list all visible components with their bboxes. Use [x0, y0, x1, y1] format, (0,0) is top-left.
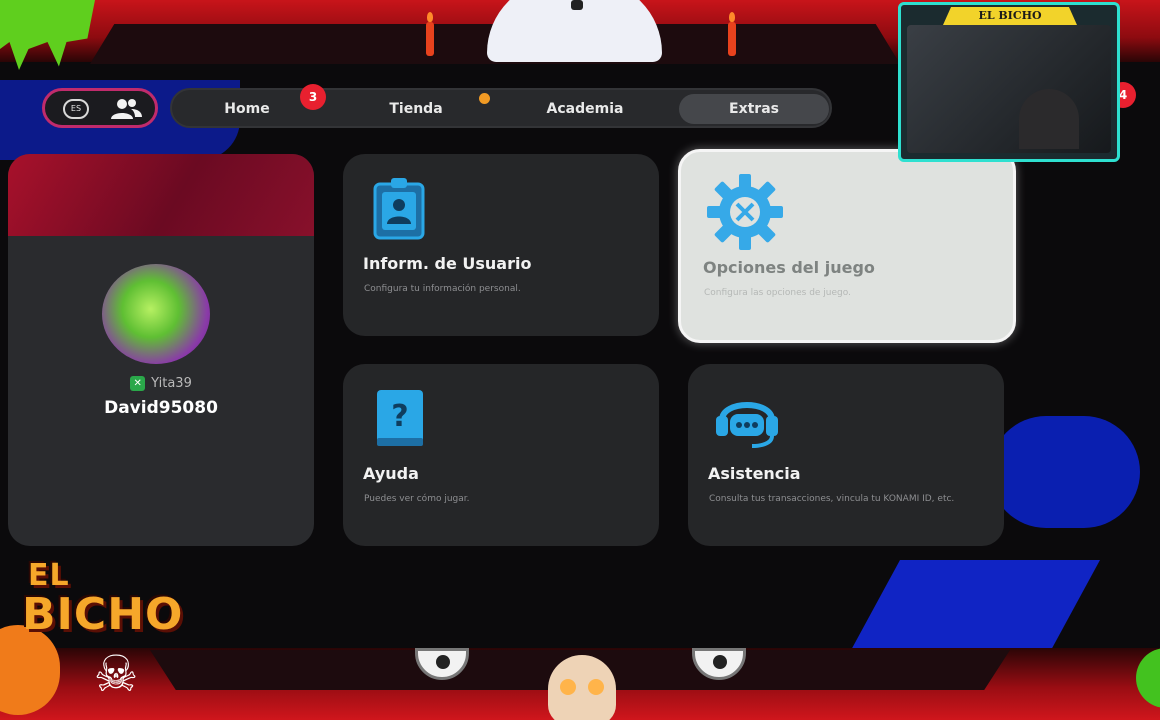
- headset-support-icon: [712, 384, 782, 454]
- main-nav: Home 3 Tienda Academia Extras: [170, 84, 832, 128]
- friends-icon[interactable]: [109, 97, 143, 121]
- card-title: Inform. de Usuario: [363, 254, 532, 273]
- tienda-notification-dot: [479, 93, 490, 104]
- card-description: Configura las opciones de juego.: [704, 288, 851, 298]
- gear-icon: [705, 172, 783, 250]
- avatar: [102, 264, 210, 364]
- card-title: Ayuda: [363, 464, 419, 483]
- home-notification-badge: 3: [300, 84, 326, 110]
- card-help[interactable]: ? Ayuda Puedes ver cómo jugar.: [343, 364, 659, 546]
- user-badge-icon: [367, 174, 437, 244]
- card-description: Puedes ver cómo jugar.: [364, 494, 470, 504]
- logo-text-line1: EL: [28, 558, 70, 593]
- webcam-frame: EL BICHO: [898, 2, 1120, 162]
- screen: 4 ES Home 3 Tienda Academia Extras ✕ Yit…: [0, 0, 1160, 720]
- logo-text-line2: BICHO: [22, 589, 184, 640]
- webcam-title: EL BICHO: [943, 7, 1077, 25]
- ghost-icon: [487, 0, 662, 62]
- card-title: Opciones del juego: [703, 258, 875, 277]
- skull-icon: [548, 655, 616, 720]
- card-description: Configura tu información personal.: [364, 284, 521, 294]
- card-title: Asistencia: [708, 464, 801, 483]
- candle-icon: [426, 12, 434, 56]
- card-support[interactable]: Asistencia Consulta tus transacciones, v…: [688, 364, 1004, 546]
- language-icon[interactable]: ES: [63, 99, 89, 119]
- blue-shape-decoration: [990, 416, 1140, 528]
- tab-extras-label: Extras: [729, 101, 779, 117]
- help-book-icon: ?: [367, 384, 437, 454]
- profile-card[interactable]: ✕ Yita39 David95080: [8, 154, 314, 546]
- tab-tienda-label: Tienda: [389, 101, 443, 117]
- top-icon-group: ES: [42, 88, 158, 128]
- tab-tienda[interactable]: Tienda: [341, 94, 491, 124]
- candle-icon: [728, 12, 736, 56]
- jolly-roger-icon: ☠: [93, 645, 139, 703]
- streamer-silhouette: [1019, 89, 1079, 149]
- card-game-options[interactable]: Opciones del juego Configura las opcione…: [678, 149, 1016, 343]
- tab-academia[interactable]: Academia: [510, 94, 660, 124]
- profile-banner: [8, 154, 314, 236]
- username: David95080: [104, 398, 218, 418]
- xbox-icon: ✕: [130, 376, 146, 391]
- tab-home-label: Home: [224, 101, 270, 117]
- card-description: Consulta tus transacciones, vincula tu K…: [709, 494, 955, 504]
- gamertag: ✕ Yita39: [8, 376, 314, 391]
- webcam-feed: [907, 25, 1111, 153]
- svg-text:?: ?: [391, 399, 408, 434]
- gamertag-text: Yita39: [151, 376, 192, 391]
- tab-extras[interactable]: Extras: [679, 94, 829, 124]
- channel-logo: EL BICHO ☠: [22, 558, 186, 708]
- card-user-info[interactable]: Inform. de Usuario Configura tu informac…: [343, 154, 659, 336]
- tab-academia-label: Academia: [546, 101, 624, 117]
